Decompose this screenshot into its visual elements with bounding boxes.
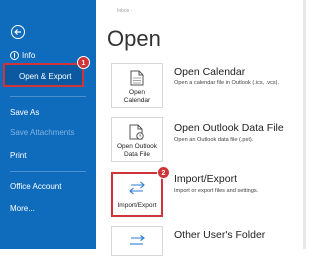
page-title: Open	[107, 26, 161, 51]
shared-folder-arrows-icon	[130, 235, 145, 245]
back-arrow-icon[interactable]	[11, 25, 25, 39]
breadcrumb: Inbox -	[117, 8, 133, 14]
sidebar-divider	[10, 96, 86, 97]
other-users-folder-title: Other User's Folder	[174, 229, 266, 241]
step-badge-2: 2	[157, 166, 170, 179]
outlook-file-backstage: Info Open & Export Save As Save Attachme…	[0, 0, 306, 256]
open-calendar-description: Open a calendar file in Outlook (.ics, .…	[174, 80, 280, 86]
scrollbar-track[interactable]	[303, 0, 306, 249]
sidebar-item-info-label: Info	[22, 51, 36, 60]
step-badge-1: 1	[77, 56, 90, 69]
open-outlook-data-file-title: Open Outlook Data File	[174, 122, 284, 134]
import-export-tile-label: Import/Export	[117, 202, 157, 209]
import-export-description: Import or export files and settings.	[174, 188, 259, 194]
sidebar-item-office-account[interactable]: Office Account	[10, 182, 61, 191]
data-file-icon	[129, 124, 144, 140]
open-outlook-data-file-button[interactable]: Open Outlook Data File	[111, 117, 163, 162]
open-outlook-data-file-tile-label: Open Outlook Data File	[116, 143, 158, 158]
sidebar-item-save-attachments: Save Attachments	[10, 128, 75, 137]
open-outlook-data-file-description: Open an Outlook data file (.pst).	[174, 137, 254, 143]
sidebar-item-save-as[interactable]: Save As	[10, 108, 39, 117]
open-calendar-title: Open Calendar	[174, 66, 246, 78]
open-calendar-tile-label: Open Calendar	[123, 89, 151, 104]
backstage-sidebar: Info Open & Export Save As Save Attachme…	[0, 0, 96, 249]
import-export-title: Import/Export	[174, 173, 238, 185]
import-export-arrows-icon	[129, 181, 145, 195]
info-icon	[10, 51, 19, 61]
other-users-folder-button[interactable]	[111, 226, 163, 256]
calendar-file-icon	[130, 70, 144, 86]
sidebar-item-open-export[interactable]: Open & Export	[3, 63, 84, 87]
import-export-button[interactable]: Import/Export	[111, 172, 163, 217]
sidebar-divider	[10, 171, 86, 172]
backstage-main: Inbox - Open Open Calendar Open Calendar…	[96, 0, 306, 256]
open-calendar-button[interactable]: Open Calendar	[111, 63, 163, 108]
sidebar-item-open-export-label: Open & Export	[19, 72, 72, 81]
sidebar-item-info[interactable]: Info	[10, 51, 36, 61]
sidebar-item-print[interactable]: Print	[10, 151, 26, 160]
sidebar-item-more[interactable]: More...	[10, 204, 35, 213]
